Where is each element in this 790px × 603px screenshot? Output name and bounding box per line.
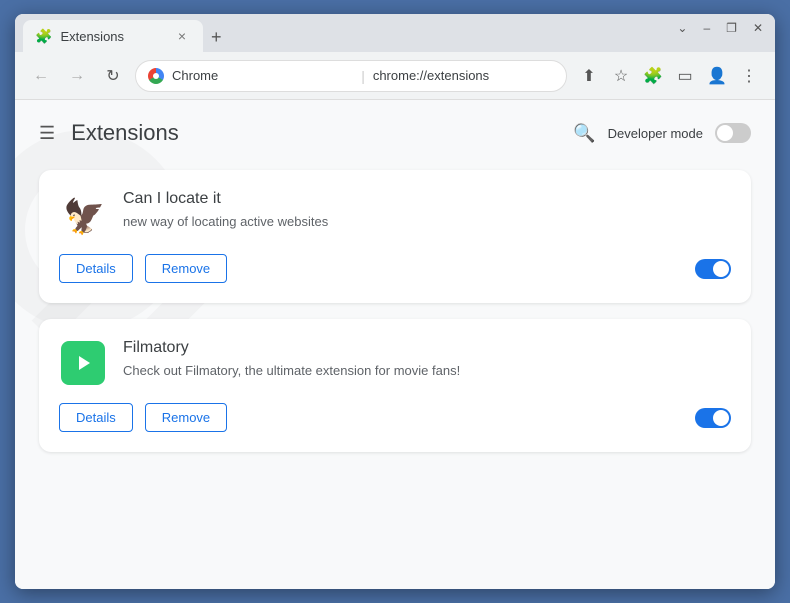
filmatory-toggle[interactable] bbox=[695, 408, 731, 428]
extension-name: Can I locate it bbox=[123, 190, 731, 208]
filmatory-details-button[interactable]: Details bbox=[59, 403, 133, 432]
chevron-down-icon[interactable]: ⌄ bbox=[677, 22, 687, 34]
omnibox-url: chrome://extensions bbox=[373, 68, 554, 83]
search-button[interactable]: 🔍 bbox=[573, 123, 595, 144]
play-icon bbox=[72, 352, 94, 374]
filmatory-icon-box bbox=[61, 341, 105, 385]
filmatory-icon bbox=[59, 339, 107, 387]
new-tab-button[interactable]: + bbox=[203, 22, 230, 52]
back-button[interactable]: ← bbox=[27, 62, 55, 90]
locate-it-svg: 🦅 bbox=[61, 192, 105, 236]
content-area: ☰ Extensions 🔍 Developer mode 🦅 bbox=[15, 100, 775, 589]
toolbar: ← → ↻ Chrome | chrome://extensions ⬆ ☆ 🧩… bbox=[15, 52, 775, 100]
filmatory-description: Check out Filmatory, the ultimate extens… bbox=[123, 361, 731, 381]
extensions-header: ☰ Extensions 🔍 Developer mode bbox=[15, 100, 775, 162]
filmatory-name: Filmatory bbox=[123, 339, 731, 357]
toolbar-actions: ⬆ ☆ 🧩 ▭ 👤 ⋮ bbox=[575, 62, 763, 90]
close-button[interactable]: ✕ bbox=[753, 22, 763, 34]
hamburger-icon[interactable]: ☰ bbox=[39, 123, 55, 144]
extensions-page-title: Extensions bbox=[71, 120, 179, 146]
extension-top: 🦅 Can I locate it new way of locating ac… bbox=[59, 190, 731, 238]
profile-button[interactable]: 👤 bbox=[703, 62, 731, 90]
bookmark-button[interactable]: ☆ bbox=[607, 62, 635, 90]
tab-favicon: 🧩 bbox=[35, 28, 52, 45]
menu-button[interactable]: ⋮ bbox=[735, 62, 763, 90]
developer-mode-toggle[interactable] bbox=[715, 123, 751, 143]
extension-card-can-i-locate-it: 🦅 Can I locate it new way of locating ac… bbox=[39, 170, 751, 303]
extension-description: new way of locating active websites bbox=[123, 212, 731, 232]
extension-info: Can I locate it new way of locating acti… bbox=[123, 190, 731, 232]
sidebar-button[interactable]: ▭ bbox=[671, 62, 699, 90]
tab-title: Extensions bbox=[60, 29, 165, 44]
omnibox-site: Chrome bbox=[172, 68, 353, 83]
share-button[interactable]: ⬆ bbox=[575, 62, 603, 90]
extension-card-filmatory: Filmatory Check out Filmatory, the ultim… bbox=[39, 319, 751, 452]
can-i-locate-it-toggle[interactable] bbox=[695, 259, 731, 279]
restore-button[interactable]: ❐ bbox=[726, 22, 737, 34]
can-i-locate-it-icon: 🦅 bbox=[59, 190, 107, 238]
forward-button[interactable]: → bbox=[63, 62, 91, 90]
svg-text:🦅: 🦅 bbox=[63, 196, 105, 236]
filmatory-actions: Details Remove bbox=[59, 403, 731, 432]
developer-mode-label: Developer mode bbox=[608, 126, 703, 141]
window-controls: ⌄ – ❐ ✕ bbox=[677, 22, 763, 34]
can-i-locate-it-remove-button[interactable]: Remove bbox=[145, 254, 227, 283]
tab-close-button[interactable]: × bbox=[173, 27, 191, 45]
can-i-locate-it-details-button[interactable]: Details bbox=[59, 254, 133, 283]
omnibox-divider: | bbox=[361, 68, 365, 84]
extensions-list: 🦅 Can I locate it new way of locating ac… bbox=[15, 162, 775, 476]
extensions-title-area: ☰ Extensions bbox=[39, 120, 179, 146]
extension-info-filmatory: Filmatory Check out Filmatory, the ultim… bbox=[123, 339, 731, 381]
title-bar: 🧩 Extensions × + ⌄ – ❐ ✕ bbox=[15, 14, 775, 52]
filmatory-remove-button[interactable]: Remove bbox=[145, 403, 227, 432]
browser-window: 🧩 Extensions × + ⌄ – ❐ ✕ ← → ↻ Chrome | … bbox=[15, 14, 775, 589]
chrome-icon bbox=[148, 68, 164, 84]
omnibox[interactable]: Chrome | chrome://extensions bbox=[135, 60, 567, 92]
refresh-button[interactable]: ↻ bbox=[99, 62, 127, 90]
header-right: 🔍 Developer mode bbox=[573, 123, 751, 144]
active-tab[interactable]: 🧩 Extensions × bbox=[23, 20, 203, 52]
minimize-button[interactable]: – bbox=[703, 22, 710, 34]
tab-bar: 🧩 Extensions × + bbox=[23, 14, 230, 52]
extensions-button[interactable]: 🧩 bbox=[639, 62, 667, 90]
extension-actions: Details Remove bbox=[59, 254, 731, 283]
extension-top-filmatory: Filmatory Check out Filmatory, the ultim… bbox=[59, 339, 731, 387]
